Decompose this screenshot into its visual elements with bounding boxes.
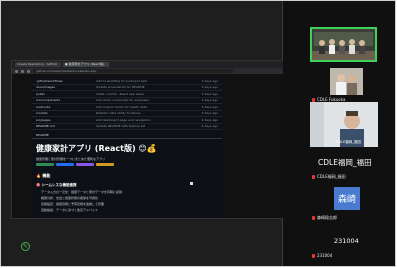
participant-name: CDLE福岡_福田 — [317, 174, 346, 179]
file-name: src/utils — [36, 111, 48, 116]
badge-row — [32, 163, 222, 166]
speaker-label: CDLE福岡_福田 — [336, 140, 362, 144]
commit-time: 3 days ago — [201, 104, 218, 109]
file-row: README.md Update README with feature list… — [32, 124, 222, 130]
reload-icon — [27, 69, 30, 73]
commit-message: Add dashboard page and navigation — [96, 117, 151, 122]
participant-label: CDLE福岡_福田 — [312, 174, 346, 180]
feature-bullet: 相関分析：支出と健康状態の関係を可視化 — [41, 196, 99, 200]
file-name: src/components — [36, 98, 60, 103]
badge — [76, 163, 94, 166]
file-name: .github/workflows — [36, 78, 63, 83]
participant-sidebar: CDLE Fukuoka CDLE福岡_福田 CDLE福岡_福田 CDLE福岡_… — [283, 1, 395, 266]
features-subheading: 🎯 シームレスな機能連携 — [36, 183, 77, 187]
mic-muted-icon — [312, 253, 315, 258]
screen-share-stage[interactable]: Create Repository · GitHub ● 健康家計アプリ (Re… — [1, 1, 285, 266]
readme-tab: README — [32, 132, 222, 139]
video-call-app: Create Repository · GitHub ● 健康家計アプリ (Re… — [0, 0, 397, 268]
participant-label: 231004 — [312, 253, 332, 258]
readme-title: 健康家計アプリ (React版) 😊💰 — [36, 144, 157, 153]
file-name: README.md — [36, 124, 55, 129]
mic-muted-icon — [312, 175, 315, 179]
commit-message: Update README with feature list — [96, 124, 146, 129]
chat-icon[interactable]: ✎ — [21, 242, 30, 251]
commit-time: 4 days ago — [201, 117, 218, 122]
feature-bullet: データ入力の一元化：健康データと家計データを同時に記録 — [41, 190, 123, 194]
file-name: docs/images — [36, 85, 55, 90]
forward-icon — [21, 69, 24, 73]
participant-name-card: CDLE福岡_福田 — [318, 158, 372, 167]
commit-time: 4 days ago — [201, 124, 218, 129]
group-photo — [312, 29, 375, 60]
file-name: src/hooks — [36, 104, 51, 109]
address-bar: github.com/example/kenko-kakeibo-app — [33, 69, 233, 73]
feature-bullet: 自動提案：データに基づく改善アドバイス — [41, 208, 98, 212]
participant-photo — [330, 68, 363, 95]
video-tile-group[interactable] — [310, 27, 377, 62]
participant-name: 231004 — [317, 253, 333, 258]
file-name: public — [36, 91, 46, 96]
video-tile-speaker[interactable]: CDLE福岡_福田 — [310, 102, 378, 147]
file-list: .github/workflows Add CI workflow for bui… — [32, 78, 222, 130]
back-icon — [15, 69, 18, 73]
badge — [36, 163, 54, 166]
mic-muted-icon — [312, 216, 315, 220]
commit-message: Add chart component for expenses — [96, 98, 149, 103]
readme-description: 健康管理と家計管理を一つにまとめた便利なアプリ — [36, 157, 106, 161]
badge — [56, 163, 74, 166]
commit-time: 3 days ago — [201, 111, 218, 116]
commit-message: Refactor date utility functions — [96, 111, 141, 116]
browser-tab-active: ● 健康家計アプリ (React版) — [63, 62, 109, 67]
browser-tab: Create Repository · GitHub — [15, 62, 61, 67]
mic-muted-icon — [312, 97, 315, 102]
feature-bullet: 目標設定：健康目標と予算目標を連動して管理 — [41, 202, 104, 206]
file-name: src/pages — [36, 117, 51, 122]
mouse-cursor — [190, 182, 193, 185]
shared-browser-window: Create Repository · GitHub ● 健康家計アプリ (Re… — [11, 60, 285, 219]
commit-time: 3 days ago — [201, 91, 218, 96]
participant-name: 森崎稔志郎 — [317, 215, 337, 220]
video-tile-participant[interactable] — [330, 68, 363, 95]
commit-message: Initial commit - React app setup — [96, 91, 144, 96]
participant-name-card: 231004 — [334, 237, 359, 245]
badge — [96, 163, 114, 166]
repository-page: .github/workflows Add CI workflow for bui… — [32, 78, 222, 218]
commit-message: Add CI workflow for build and test — [96, 78, 147, 83]
commit-time: 3 days ago — [201, 85, 218, 90]
browser-tab-bar: Create Repository · GitHub ● 健康家計アプリ (Re… — [12, 61, 284, 68]
browser-toolbar: github.com/example/kenko-kakeibo-app — [12, 68, 284, 74]
commit-message: Update screenshots for README — [96, 85, 145, 90]
avatar[interactable]: 森崎 — [334, 187, 360, 210]
commit-message: Add custom hooks for health data — [96, 104, 147, 109]
features-heading: 🔥 機能 — [36, 173, 51, 178]
commit-time: 3 days ago — [201, 98, 218, 103]
participant-label: 森崎稔志郎 — [312, 215, 337, 221]
commit-time: 2 days ago — [201, 78, 218, 83]
